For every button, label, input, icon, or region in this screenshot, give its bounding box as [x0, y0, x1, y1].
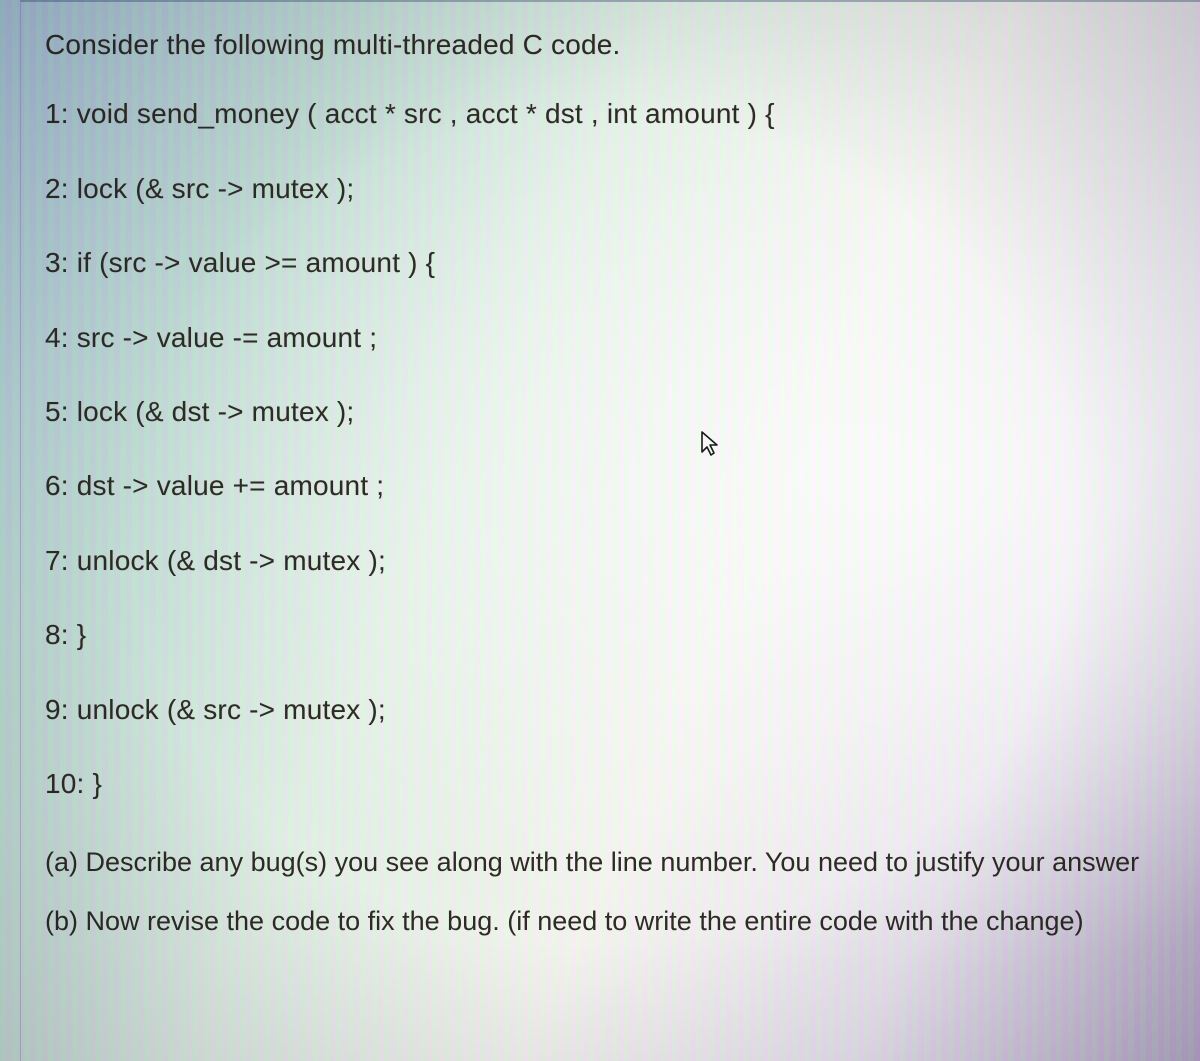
- code-line-2: 2: lock (& src -> mutex );: [45, 174, 1155, 203]
- code-line-10: 10: }: [45, 769, 1155, 798]
- code-line-5: 5: lock (& dst -> mutex );: [45, 397, 1155, 426]
- code-line-1: 1: void send_money ( acct * src , acct *…: [45, 99, 1155, 128]
- code-line-4: 4: src -> value -= amount ;: [45, 323, 1155, 352]
- code-line-7: 7: unlock (& dst -> mutex );: [45, 546, 1155, 575]
- intro-text: Consider the following multi-threaded C …: [45, 30, 1155, 59]
- cursor-icon: [700, 430, 720, 458]
- code-line-3: 3: if (src -> value >= amount ) {: [45, 248, 1155, 277]
- code-line-8: 8: }: [45, 620, 1155, 649]
- code-line-6: 6: dst -> value += amount ;: [45, 471, 1155, 500]
- question-a: (a) Describe any bug(s) you see along wi…: [45, 843, 1155, 882]
- question-b: (b) Now revise the code to fix the bug. …: [45, 902, 1155, 941]
- code-line-9: 9: unlock (& src -> mutex );: [45, 695, 1155, 724]
